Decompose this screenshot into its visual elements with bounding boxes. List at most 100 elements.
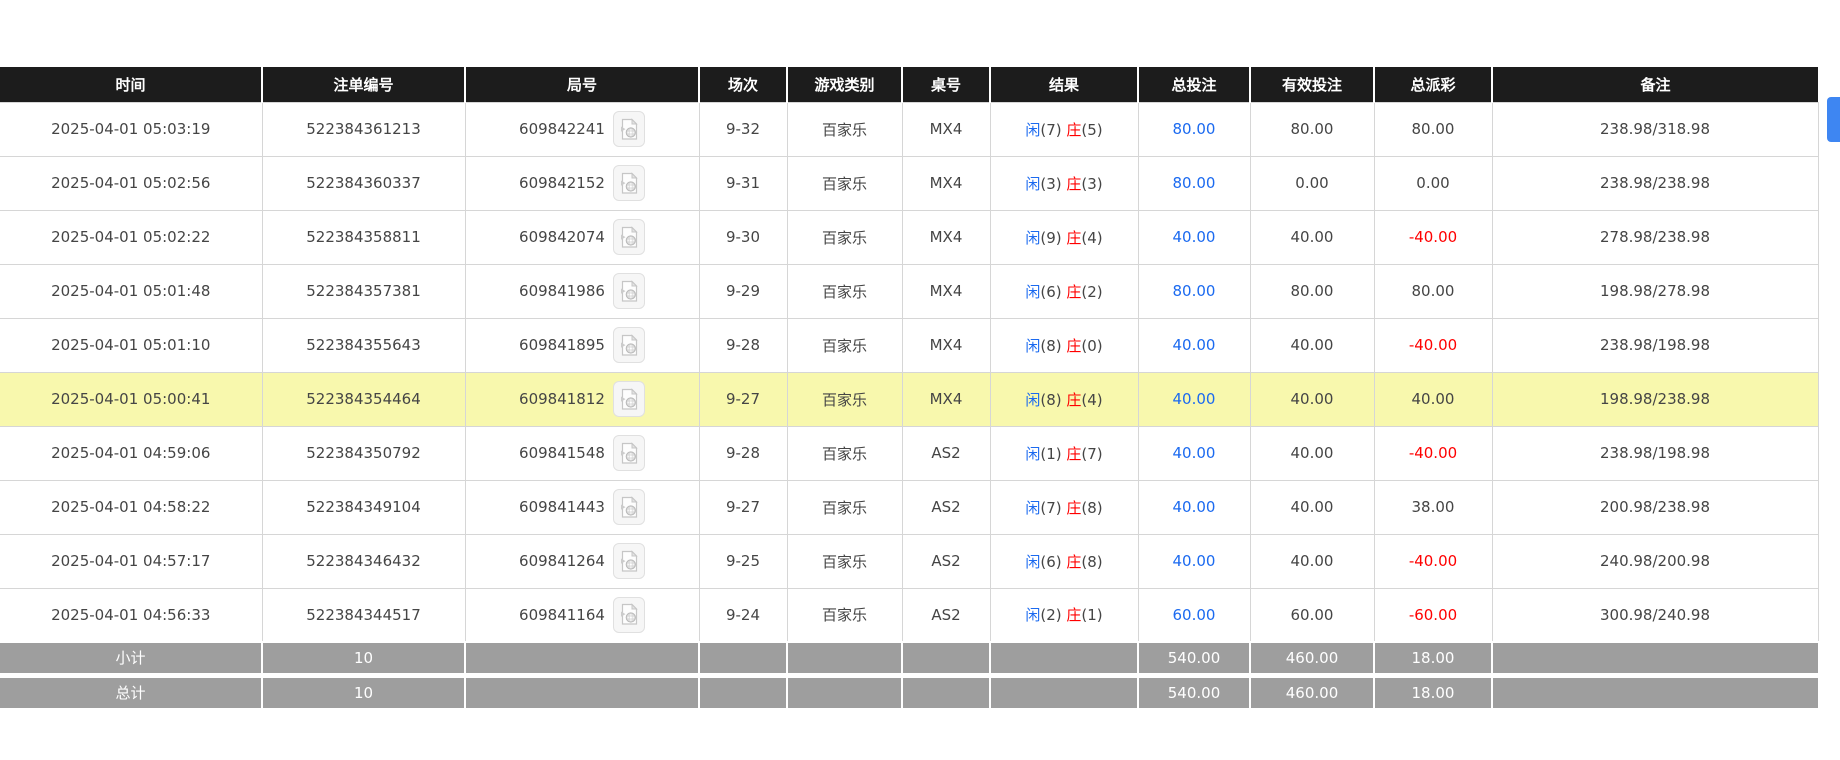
video-replay-icon (619, 387, 639, 411)
table-row[interactable]: 2025-04-01 05:01:10 522384355643 6098418… (0, 317, 1819, 373)
cell-round-no: 609841812 (464, 371, 700, 427)
video-replay-button[interactable] (612, 165, 645, 201)
video-replay-button[interactable] (612, 219, 645, 255)
cell-result: 闲(6) 庄(8) (989, 533, 1139, 589)
table-row[interactable]: 2025-04-01 04:58:22 522384349104 6098414… (0, 479, 1819, 535)
cell-game-type: 百家乐 (786, 533, 903, 589)
grand-total-total-bet: 540.00 (1138, 675, 1251, 708)
video-replay-icon (619, 333, 639, 357)
table-row[interactable]: 2025-04-01 04:59:06 522384350792 6098415… (0, 425, 1819, 481)
round-number: 609841812 (519, 390, 605, 408)
banker-label: 庄 (1066, 444, 1082, 463)
cell-valid-bet: 40.00 (1249, 533, 1375, 589)
player-score: (1) (1040, 444, 1062, 463)
cell-table-no: AS2 (901, 533, 991, 589)
video-replay-button[interactable] (612, 327, 645, 363)
cell-game-type: 百家乐 (786, 155, 903, 211)
video-replay-button[interactable] (612, 435, 645, 471)
cell-round-no: 609841548 (464, 425, 700, 481)
cell-time: 2025-04-01 05:01:48 (0, 263, 263, 319)
cell-total-bet[interactable]: 40.00 (1137, 209, 1251, 265)
video-replay-icon (619, 171, 639, 195)
subtotal-row: 小计 10 540.00 460.00 18.00 (0, 641, 1818, 678)
banker-score: (7) (1081, 444, 1103, 463)
round-number: 609842241 (519, 120, 605, 138)
cell-valid-bet: 80.00 (1249, 101, 1375, 157)
cell-total-bet[interactable]: 40.00 (1137, 479, 1251, 535)
banker-label: 庄 (1066, 120, 1082, 139)
cell-bet-no: 522384357381 (261, 263, 466, 319)
table-row[interactable]: 2025-04-01 05:00:41 522384354464 6098418… (0, 371, 1819, 427)
banker-score: (5) (1081, 120, 1103, 139)
cell-game-type: 百家乐 (786, 371, 903, 427)
cell-session: 9-27 (698, 479, 788, 535)
video-replay-button[interactable] (612, 489, 645, 525)
banker-score: (3) (1081, 174, 1103, 193)
cell-session: 9-28 (698, 317, 788, 373)
subtotal-count: 10 (262, 641, 466, 678)
banker-score: (8) (1081, 552, 1103, 571)
cell-remark: 240.98/200.98 (1491, 533, 1819, 589)
table-body: 2025-04-01 05:03:19 522384361213 6098422… (0, 101, 1819, 643)
video-replay-button[interactable] (612, 273, 645, 309)
table-row[interactable]: 2025-04-01 05:02:56 522384360337 6098421… (0, 155, 1819, 211)
table-row[interactable]: 2025-04-01 05:01:48 522384357381 6098419… (0, 263, 1819, 319)
cell-total-bet[interactable]: 80.00 (1137, 263, 1251, 319)
cell-round-no: 609841895 (464, 317, 700, 373)
cell-total-payout: -40.00 (1373, 317, 1493, 373)
col-header-remark: 备注 (1492, 67, 1818, 102)
cell-table-no: AS2 (901, 587, 991, 643)
cell-result: 闲(6) 庄(2) (989, 263, 1139, 319)
cell-game-type: 百家乐 (786, 587, 903, 643)
banker-score: (4) (1081, 228, 1103, 247)
table-row[interactable]: 2025-04-01 05:02:22 522384358811 6098420… (0, 209, 1819, 265)
cell-valid-bet: 40.00 (1249, 209, 1375, 265)
bet-records-table: 时间 注单编号 局号 场次 游戏类别 桌号 结果 总投注 有效投注 总派彩 备注… (0, 67, 1819, 708)
cell-total-bet[interactable]: 80.00 (1137, 155, 1251, 211)
cell-remark: 200.98/238.98 (1491, 479, 1819, 535)
table-row[interactable]: 2025-04-01 05:03:19 522384361213 6098422… (0, 101, 1819, 157)
banker-label: 庄 (1066, 606, 1082, 625)
cell-time: 2025-04-01 05:01:10 (0, 317, 263, 373)
cell-bet-no: 522384346432 (261, 533, 466, 589)
table-row[interactable]: 2025-04-01 04:56:33 522384344517 6098411… (0, 587, 1819, 643)
cell-bet-no: 522384354464 (261, 371, 466, 427)
player-label: 闲 (1025, 228, 1041, 247)
cell-total-bet[interactable]: 40.00 (1137, 317, 1251, 373)
video-replay-button[interactable] (612, 111, 645, 147)
cell-time: 2025-04-01 04:57:17 (0, 533, 263, 589)
cell-total-bet[interactable]: 60.00 (1137, 587, 1251, 643)
table-row[interactable]: 2025-04-01 04:57:17 522384346432 6098412… (0, 533, 1819, 589)
cell-game-type: 百家乐 (786, 317, 903, 373)
cell-total-bet[interactable]: 40.00 (1137, 533, 1251, 589)
cell-session: 9-24 (698, 587, 788, 643)
video-replay-button[interactable] (612, 543, 645, 579)
cell-table-no: MX4 (901, 371, 991, 427)
partial-button-top-right[interactable] (1827, 97, 1840, 142)
cell-round-no: 609841986 (464, 263, 700, 319)
cell-total-bet[interactable]: 40.00 (1137, 371, 1251, 427)
col-header-round-no: 局号 (465, 67, 700, 102)
cell-bet-no: 522384350792 (261, 425, 466, 481)
video-replay-icon (619, 279, 639, 303)
cell-total-bet[interactable]: 80.00 (1137, 101, 1251, 157)
cell-game-type: 百家乐 (786, 209, 903, 265)
col-header-session: 场次 (699, 67, 788, 102)
video-replay-icon (619, 117, 639, 141)
player-label: 闲 (1025, 120, 1041, 139)
cell-table-no: MX4 (901, 263, 991, 319)
cell-remark: 238.98/318.98 (1491, 101, 1819, 157)
cell-result: 闲(7) 庄(8) (989, 479, 1139, 535)
cell-remark: 198.98/238.98 (1491, 371, 1819, 427)
cell-result: 闲(1) 庄(7) (989, 425, 1139, 481)
round-number: 609842152 (519, 174, 605, 192)
cell-table-no: MX4 (901, 101, 991, 157)
video-replay-button[interactable] (612, 381, 645, 417)
cell-session: 9-31 (698, 155, 788, 211)
video-replay-button[interactable] (612, 596, 645, 633)
grand-total-count: 10 (262, 675, 466, 708)
player-score: (9) (1040, 228, 1062, 247)
cell-round-no: 609841164 (464, 587, 700, 643)
cell-total-bet[interactable]: 40.00 (1137, 425, 1251, 481)
player-score: (7) (1040, 498, 1062, 517)
